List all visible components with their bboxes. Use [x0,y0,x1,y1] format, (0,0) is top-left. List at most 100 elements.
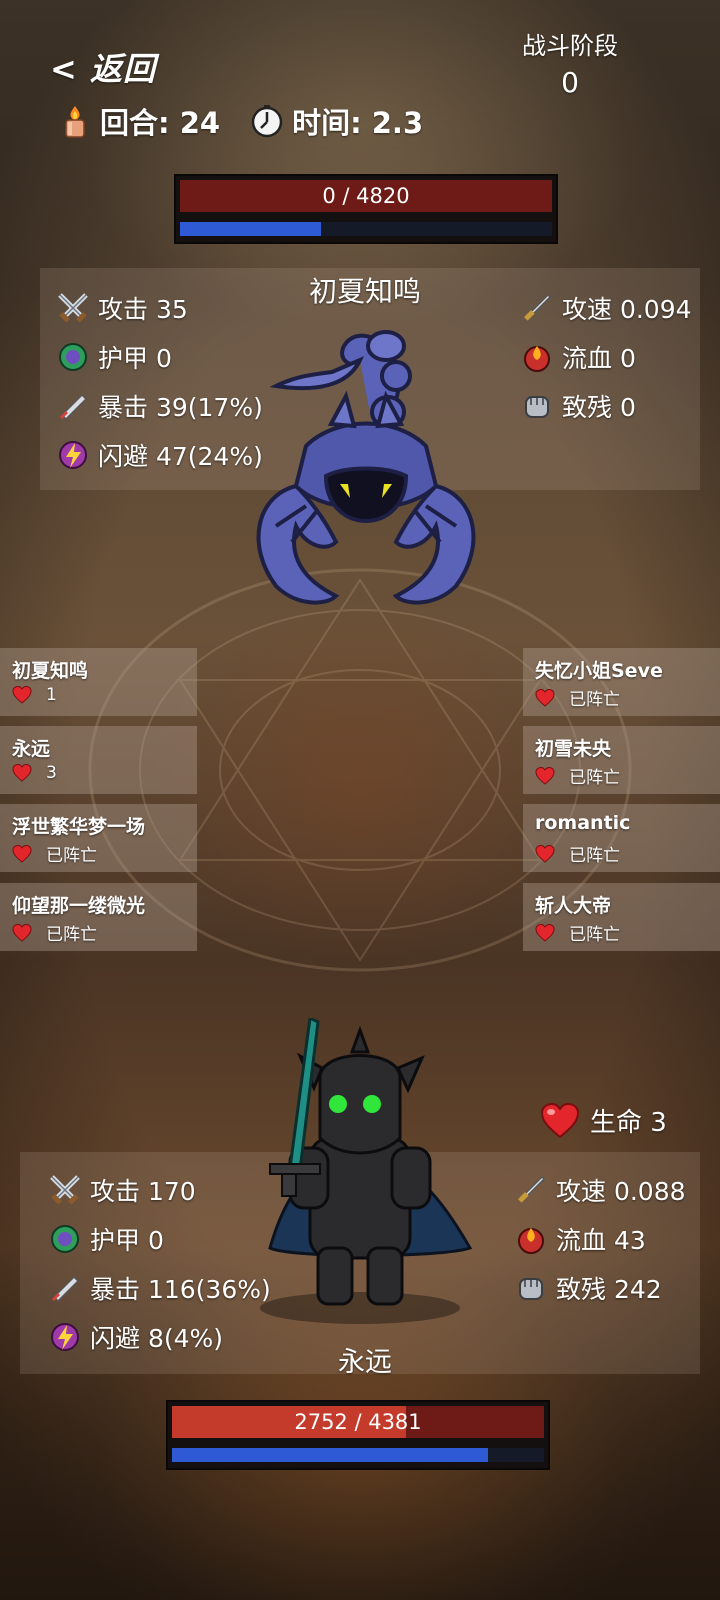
armor-icon [59,343,87,371]
roster-player-name: romantic [535,812,631,834]
enemy-stat-left-1: 护甲 0 [56,339,172,375]
roster-card-left[interactable]: 永远 3 [0,726,197,794]
enemy-stat-text: 护甲 0 [98,344,172,373]
roster-player-name: 初雪未央 [535,738,612,760]
fist-icon [519,1278,543,1300]
roster-player-status: 已阵亡 [569,768,620,788]
sword-icon [524,293,552,321]
roster-player-status: 已阵亡 [569,690,620,710]
roster-player-name: 浮世繁华梦一场 [12,816,146,838]
heart-icon [12,923,32,942]
player-energy-track [172,1448,544,1462]
player-stat-text: 致残 242 [556,1275,662,1304]
heart-icon [535,766,555,785]
back-button[interactable]: < 返回 [50,44,156,90]
time-label: 时间: 2.3 [292,106,424,140]
bleed-icon [518,1228,544,1254]
player-stat-right-0: 攻速 0.088 [514,1172,686,1208]
enemy-hp-text: 0 / 4820 [322,184,410,208]
roster-player-status-row: 3 [12,763,57,783]
player-stat-text: 流血 43 [556,1226,646,1255]
player-stat-text: 攻速 0.088 [556,1177,686,1206]
bleed-icon [524,346,550,372]
critical-blade-icon [52,1275,80,1303]
enemy-stat-right-0: 攻速 0.094 [520,290,692,326]
critical-blade-icon [60,393,88,421]
enemy-name: 初夏知鸣 [308,275,421,308]
roster-player-status: 已阵亡 [569,846,620,866]
fist-icon [525,396,549,418]
enemy-stat-left-2: 暴击 39(17%) [56,388,263,424]
player-stat-text: 护甲 0 [90,1226,164,1255]
player-energy-fill [172,1448,489,1462]
roster-player-status-row: 已阵亡 [535,763,620,788]
roster-card-right[interactable]: 初雪未央已阵亡 [523,726,720,794]
roster-card-right[interactable]: 失忆小姐Seve 已阵亡 [523,648,720,716]
player-stat-left-3: 闪避 8(4%) [48,1319,223,1355]
roster-player-name: 斩人大帝 [535,895,612,917]
crossed-swords-icon [58,293,88,323]
roster-player-name: 仰望那一缕微光 [12,895,146,917]
scorpion-enemy-sprite [256,330,476,605]
roster-player-status-row: 已阵亡 [535,685,620,710]
heart-icon [540,1102,580,1138]
time-indicator: 时间: 2.3 [250,100,423,142]
player-life-label: 生命 3 [590,1108,667,1138]
roster-player-status: 3 [46,763,57,783]
enemy-energy-fill [180,222,322,236]
enemy-energy-track [180,222,552,236]
dodge-icon [59,441,87,469]
round-label: 回合: 24 [100,106,221,140]
roster-card-right[interactable]: 斩人大帝已阵亡 [523,883,720,951]
enemy-stat-text: 攻击 35 [98,295,188,324]
knight-player-sprite [260,1018,473,1324]
enemy-stat-right-1: 流血 0 [520,339,636,375]
roster-player-status: 已阵亡 [569,925,620,945]
heart-icon [535,844,555,863]
roster-card-left[interactable]: 仰望那一缕微光已阵亡 [0,883,197,951]
enemy-hp-track: 0 / 4820 [180,180,552,212]
player-hp-track: 2752 / 4381 [172,1406,544,1438]
heart-icon [535,923,555,942]
player-hp-text: 2752 / 4381 [294,1410,422,1434]
round-indicator: 回合: 24 [58,100,220,142]
enemy-stat-right-2: 致残 0 [520,388,636,424]
roster-player-status: 1 [46,685,57,705]
armor-icon [51,1225,79,1253]
player-life: 生命 3 [540,1102,667,1139]
player-stat-text: 攻击 170 [90,1177,196,1206]
heart-icon [12,686,32,704]
clock-icon [251,105,283,138]
roster-player-status: 已阵亡 [46,846,97,866]
roster-player-status-row: 已阵亡 [535,920,620,945]
player-stat-right-1: 流血 43 [514,1221,646,1257]
roster-player-name: 初夏知鸣 [12,660,89,682]
enemy-stat-text: 流血 0 [562,344,636,373]
sword-icon [518,1175,546,1203]
heart-icon [12,844,32,863]
player-name: 永远 [338,1347,392,1378]
crossed-swords-icon [50,1175,80,1205]
player-hp-bar: 2752 / 4381 [166,1400,550,1470]
player-stat-right-2: 致残 242 [514,1270,662,1306]
heart-icon [12,764,32,782]
roster-player-status: 已阵亡 [46,925,97,945]
enemy-stat-left-0: 攻击 35 [56,290,188,326]
roster-player-status-row: 已阵亡 [12,920,97,945]
roster-card-left[interactable]: 初夏知鸣 1 [0,648,197,716]
player-stat-left-1: 护甲 0 [48,1221,164,1257]
round-time-row: 回合: 24 时间: 2.3 [58,100,423,142]
roster-card-right[interactable]: romantic 已阵亡 [523,804,720,872]
battle-phase-value: 0 [561,66,579,99]
enemy-hp-bar: 0 / 4820 [174,174,558,244]
roster-player-status-row: 已阵亡 [535,841,620,866]
roster-card-left[interactable]: 浮世繁华梦一场已阵亡 [0,804,197,872]
player-stat-text: 闪避 8(4%) [90,1324,224,1353]
enemy-stat-left-3: 闪避 47(24%) [56,437,263,473]
dodge-icon [51,1323,79,1351]
roster-player-status-row: 已阵亡 [12,841,97,866]
roster-player-name: 失忆小姐Seve [535,660,663,682]
heart-icon [535,688,555,707]
player-stat-left-0: 攻击 170 [48,1172,196,1208]
roster-player-name: 永远 [12,738,51,760]
